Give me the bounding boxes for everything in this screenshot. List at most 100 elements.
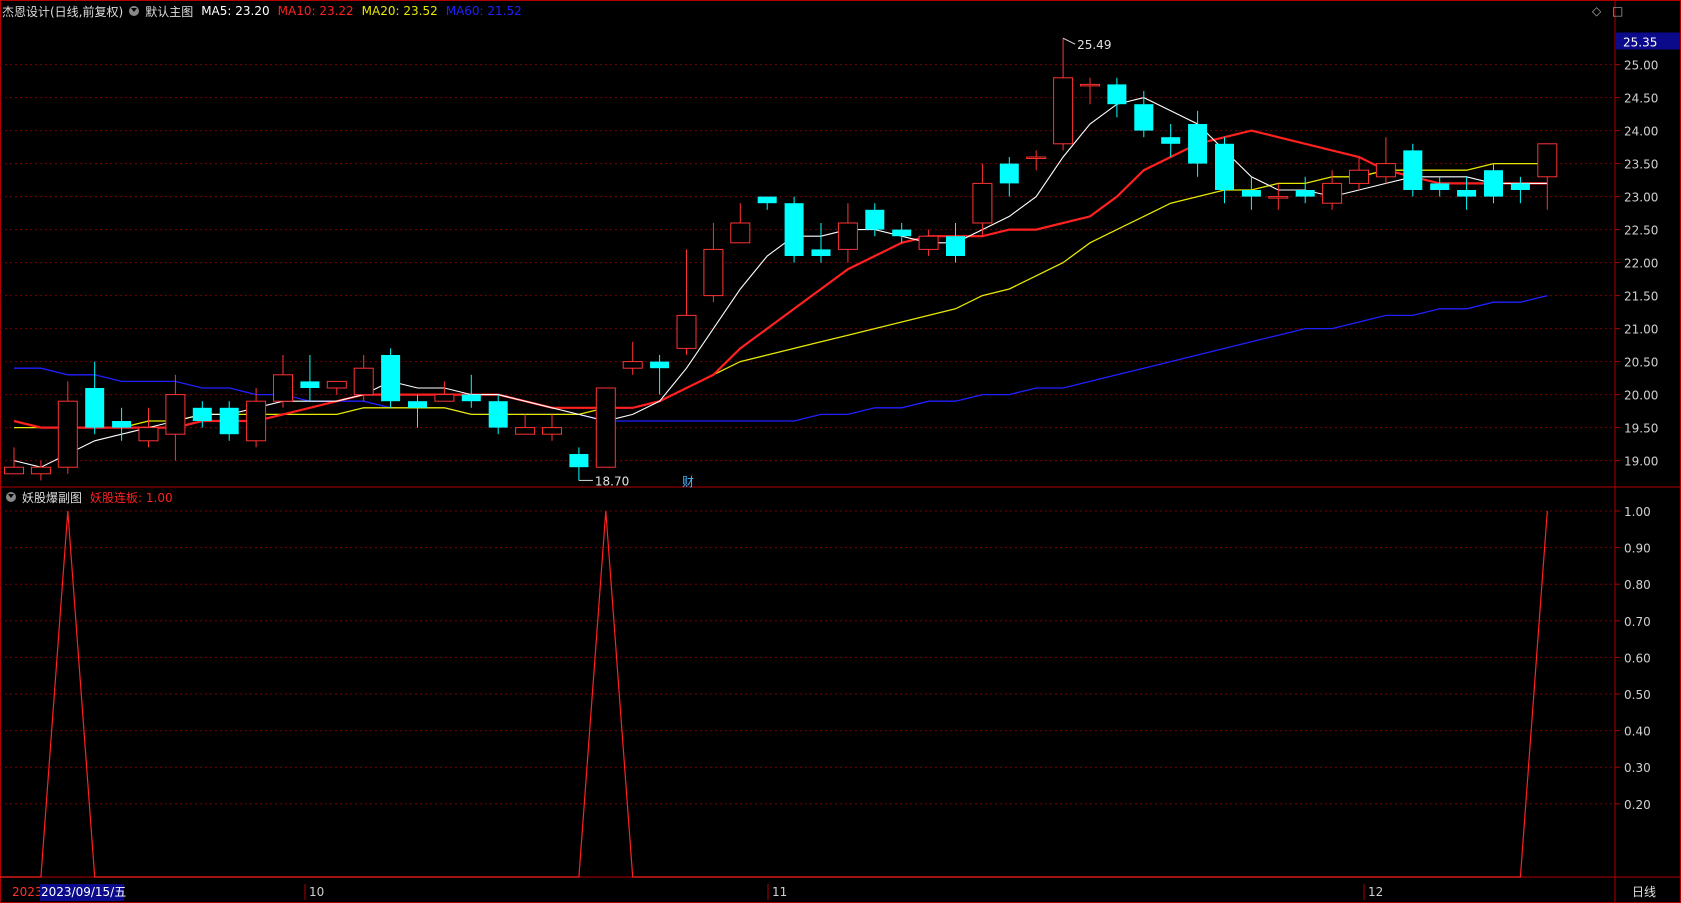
sub-tick-label: 0.60	[1624, 651, 1651, 665]
min-price-label: 18.70	[595, 474, 629, 488]
candle-body[interactable]	[1430, 183, 1450, 190]
price-tick-label: 22.00	[1624, 257, 1658, 271]
square-icon[interactable]: □	[1612, 4, 1623, 18]
time-label-year: 2023	[12, 885, 43, 899]
sub-tick-label: 0.90	[1624, 542, 1651, 556]
ma5-line	[13, 97, 1548, 468]
candle-body[interactable]	[1484, 170, 1503, 197]
candle-body[interactable]	[892, 229, 912, 237]
sub-tick-label: 0.40	[1624, 725, 1651, 739]
candle-body[interactable]	[434, 394, 455, 402]
candle-body[interactable]	[918, 235, 939, 250]
finance-marker: 财	[682, 475, 694, 489]
candle-body[interactable]	[1537, 143, 1558, 178]
stock-chart[interactable]: 25.00 24.50 24.00 23.50 23.00 22.50 22.00 21.50…	[0, 0, 1681, 903]
candle-body[interactable]	[112, 421, 132, 428]
sub-tick-label: 0.30	[1624, 761, 1651, 775]
price-tick-label: 20.00	[1624, 389, 1658, 403]
candle-body[interactable]	[837, 222, 858, 250]
current-price-label: 25.35	[1623, 36, 1657, 50]
price-tick-label: 23.00	[1624, 191, 1658, 205]
ma10-line	[13, 129, 1548, 429]
candle-body[interactable]	[138, 427, 159, 442]
candle-body[interactable]	[1349, 169, 1369, 184]
candle-body[interactable]	[1161, 137, 1181, 144]
candle-body[interactable]	[650, 361, 670, 369]
price-tick-label: 19.00	[1624, 455, 1658, 469]
candle-body[interactable]	[1322, 182, 1343, 204]
candle-body[interactable]	[57, 400, 78, 468]
candle-body[interactable]	[353, 367, 374, 396]
candle-body[interactable]	[515, 427, 536, 435]
candle-body[interactable]	[946, 236, 965, 256]
candle-body[interactable]	[192, 407, 212, 421]
candle-body[interactable]	[622, 361, 643, 369]
dropdown-icon[interactable]	[6, 492, 16, 502]
candle-body[interactable]	[461, 394, 481, 402]
candle-body[interactable]	[811, 249, 831, 256]
candle-body[interactable]	[703, 248, 724, 297]
candle-body[interactable]	[1457, 190, 1477, 197]
time-label-month: 12	[1368, 885, 1383, 899]
sub-tick-label: 0.20	[1624, 798, 1651, 812]
candle-body[interactable]	[1026, 156, 1047, 159]
price-tick-label: 22.50	[1624, 224, 1658, 238]
main-chart-header: 杰恩设计(日线,前复权) 默认主图 MA5: 23.20 MA10: 23.22…	[2, 2, 522, 20]
candle-body[interactable]	[730, 222, 751, 244]
candle-body[interactable]	[972, 182, 993, 224]
sub-tick-label: 0.80	[1624, 578, 1651, 592]
candle-body[interactable]	[595, 387, 616, 468]
candle-body[interactable]	[999, 163, 1019, 184]
ma60-line	[14, 294, 1548, 422]
candle-body[interactable]	[1295, 190, 1315, 197]
time-label-month: 10	[309, 885, 324, 899]
candle-body[interactable]	[408, 401, 427, 408]
sub-tick-label: 1.00	[1624, 505, 1651, 519]
diamond-icon[interactable]: ◇	[1592, 4, 1601, 18]
candle-body[interactable]	[1268, 196, 1289, 199]
sub-tick-label: 0.70	[1624, 615, 1651, 629]
candle-body[interactable]	[1134, 104, 1154, 131]
candle-body[interactable]	[1510, 183, 1530, 190]
candle-body[interactable]	[1080, 83, 1100, 87]
ma20-label: MA20: 23.52	[361, 4, 438, 18]
candle-body[interactable]	[1215, 143, 1234, 190]
candle-body[interactable]	[381, 355, 401, 402]
ma60-label: MA60: 21.52	[445, 4, 522, 18]
candle-body[interactable]	[569, 454, 589, 468]
stock-title[interactable]: 杰恩设计(日线,前复权)	[2, 3, 123, 20]
candle-body[interactable]	[300, 381, 320, 388]
candle-body[interactable]	[1188, 124, 1208, 164]
candle-body[interactable]	[246, 400, 267, 442]
main-indicator-label[interactable]: 默认主图	[145, 3, 193, 20]
sub-indicator-label[interactable]: 妖股爆副图	[22, 489, 82, 506]
candle-body[interactable]	[30, 466, 51, 475]
ma10-label: MA10: 23.22	[277, 4, 354, 18]
candle-body[interactable]	[165, 394, 186, 435]
candle-body[interactable]	[784, 203, 804, 256]
time-label-month: 11	[772, 885, 787, 899]
sub-chart-header: 妖股爆副图 妖股连板: 1.00	[4, 488, 173, 506]
candle-body[interactable]	[1375, 163, 1396, 178]
dropdown-icon[interactable]	[129, 6, 140, 16]
candle-body[interactable]	[676, 314, 697, 349]
sub-tick-label: 0.50	[1624, 688, 1651, 702]
candle-body[interactable]	[1403, 150, 1423, 190]
candle-body[interactable]	[85, 388, 105, 428]
candle-body[interactable]	[865, 209, 885, 230]
candle-body[interactable]	[273, 374, 293, 402]
candle-body[interactable]	[757, 196, 777, 204]
date-cursor-label: 2023/09/15/五	[41, 885, 126, 899]
candle-body[interactable]	[1053, 77, 1074, 145]
price-tick-label: 24.50	[1624, 92, 1658, 106]
candle-body[interactable]	[542, 427, 562, 435]
ma5-label: MA5: 23.20	[201, 4, 270, 18]
candle-body[interactable]	[219, 407, 239, 435]
price-tick-label: 23.50	[1624, 158, 1658, 172]
candle-body[interactable]	[1107, 84, 1127, 105]
candle-body[interactable]	[1241, 190, 1261, 197]
price-tick-label: 24.00	[1624, 125, 1658, 139]
candle-body[interactable]	[326, 380, 347, 389]
candle-body[interactable]	[4, 466, 24, 475]
candle-body[interactable]	[488, 401, 508, 428]
